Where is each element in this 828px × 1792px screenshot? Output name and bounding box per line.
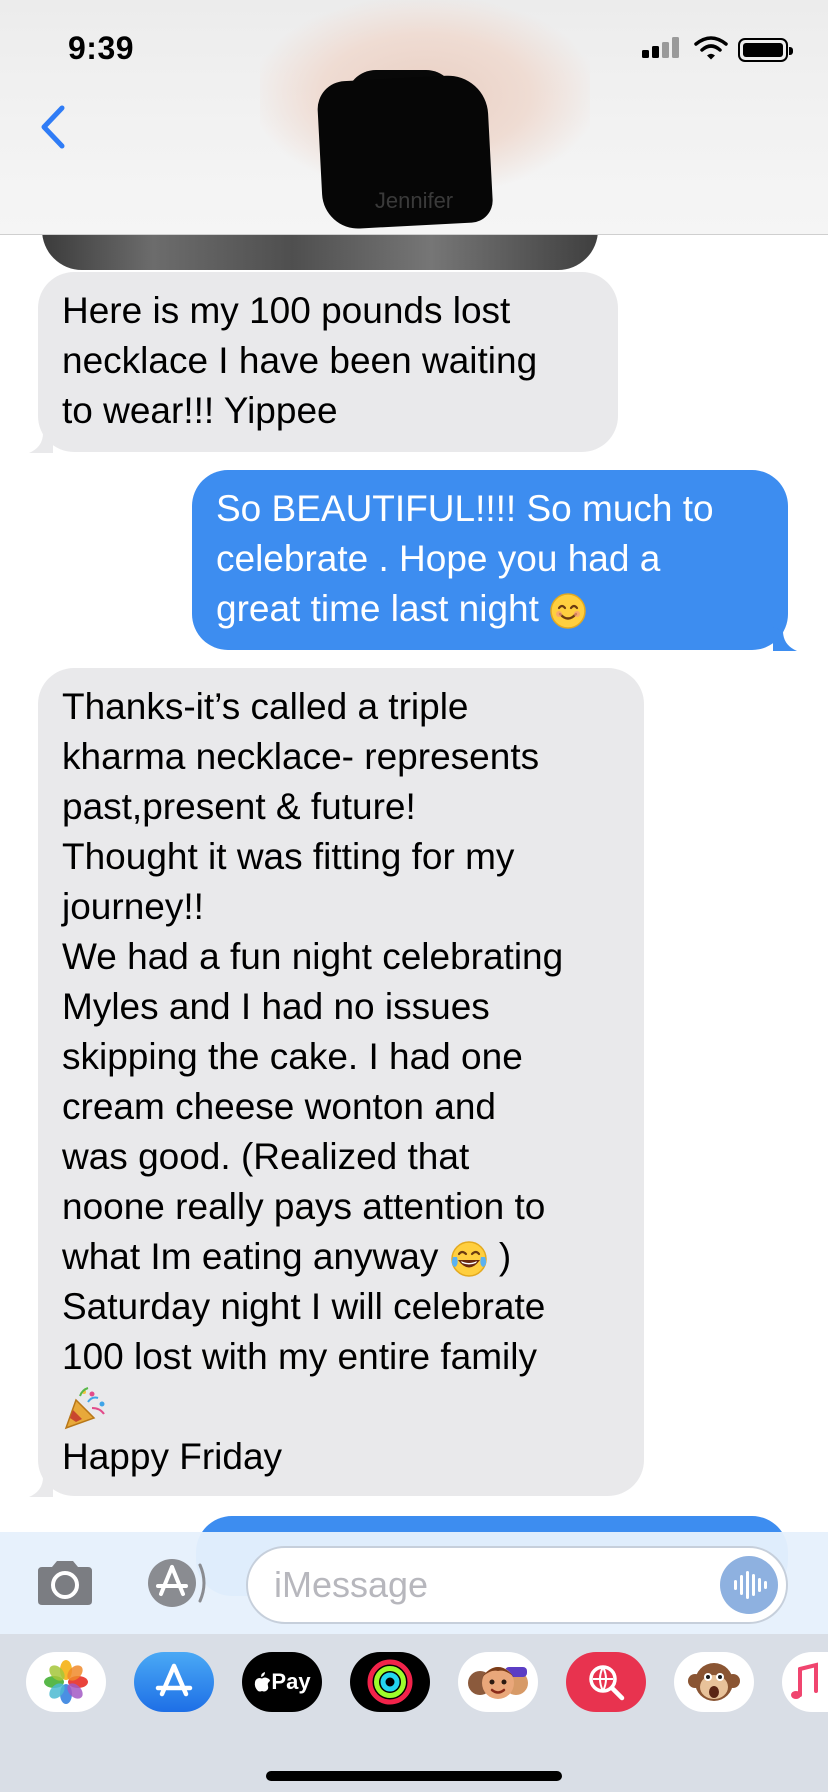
battery-icon: [738, 38, 793, 62]
party-popper-icon: [64, 1387, 105, 1430]
message-line: Saturday night I will celebrate: [62, 1286, 546, 1327]
message-line: great time last night: [216, 588, 539, 629]
audio-message-icon[interactable]: [720, 1556, 778, 1614]
apple-pay-icon[interactable]: Pay: [242, 1652, 322, 1712]
music-icon[interactable]: [782, 1652, 828, 1712]
message-line: cream cheese wonton and: [62, 1086, 496, 1127]
message-line: to wear!!! Yippee: [62, 390, 338, 431]
message-line: what Im eating anyway: [62, 1236, 439, 1277]
home-indicator[interactable]: [266, 1771, 562, 1781]
incoming-message-bubble[interactable]: Here is my 100 pounds lost necklace I ha…: [29, 272, 618, 453]
incoming-message-bubble[interactable]: Thanks-it’s called a triple kharma neckl…: [29, 668, 644, 1497]
back-chevron-icon[interactable]: [36, 104, 70, 150]
camera-icon[interactable]: [34, 1559, 96, 1607]
message-input[interactable]: iMessage: [246, 1546, 788, 1624]
bubble-tail: [773, 627, 797, 651]
message-line: kharma necklace- represents: [62, 736, 540, 777]
imessage-app-drawer: Pay: [0, 1634, 828, 1792]
message-line: Thought it was fitting for my: [62, 836, 515, 877]
animoji-monkey-icon[interactable]: [674, 1652, 754, 1712]
message-line: We had a fun night celebrating: [62, 936, 564, 977]
message-line: Here is my 100 pounds lost: [62, 290, 511, 331]
status-icons: [642, 36, 793, 62]
message-line: was good. (Realized that: [62, 1136, 470, 1177]
message-line: past,present & future!: [62, 786, 416, 827]
message-input-placeholder: iMessage: [274, 1564, 429, 1605]
bubble-tail: [29, 429, 53, 453]
message-input-bar: iMessage: [0, 1532, 828, 1634]
wifi-icon: [694, 36, 728, 60]
cellular-signal-icon: [642, 36, 682, 60]
message-line: skipping the cake. I had one: [62, 1036, 523, 1077]
message-line-suffix: ): [498, 1236, 512, 1277]
apple-pay-label: Pay: [271, 1669, 311, 1694]
outgoing-message-bubble[interactable]: So BEAUTIFUL!!!! So much to celebrate . …: [192, 470, 797, 651]
smiling-face-icon: [550, 593, 586, 629]
message-line: journey!!: [62, 886, 204, 927]
bubble-tail: [29, 1473, 53, 1497]
message-line: noone really pays attention to: [62, 1186, 546, 1227]
message-line: Myles and I had no issues: [62, 986, 490, 1027]
web-search-icon[interactable]: [566, 1652, 646, 1712]
activity-icon[interactable]: [350, 1652, 430, 1712]
app-store-icon[interactable]: [138, 1556, 214, 1610]
status-time: 9:39: [68, 30, 135, 66]
apple-logo-icon: [255, 1672, 271, 1692]
memoji-icon[interactable]: [458, 1652, 538, 1712]
message-line: 100 lost with my entire family: [62, 1336, 538, 1377]
photos-icon[interactable]: [26, 1652, 106, 1712]
message-line: necklace I have been waiting: [62, 340, 538, 381]
contact-name[interactable]: Jennifer: [0, 188, 828, 214]
message-line: Thanks-it’s called a triple: [62, 686, 469, 727]
message-line: Happy Friday: [62, 1436, 283, 1477]
tears-of-joy-icon: [450, 1241, 487, 1277]
app-store-icon[interactable]: [134, 1652, 214, 1712]
message-line: celebrate . Hope you had a: [216, 538, 661, 579]
message-line: So BEAUTIFUL!!!! So much to: [216, 488, 714, 529]
